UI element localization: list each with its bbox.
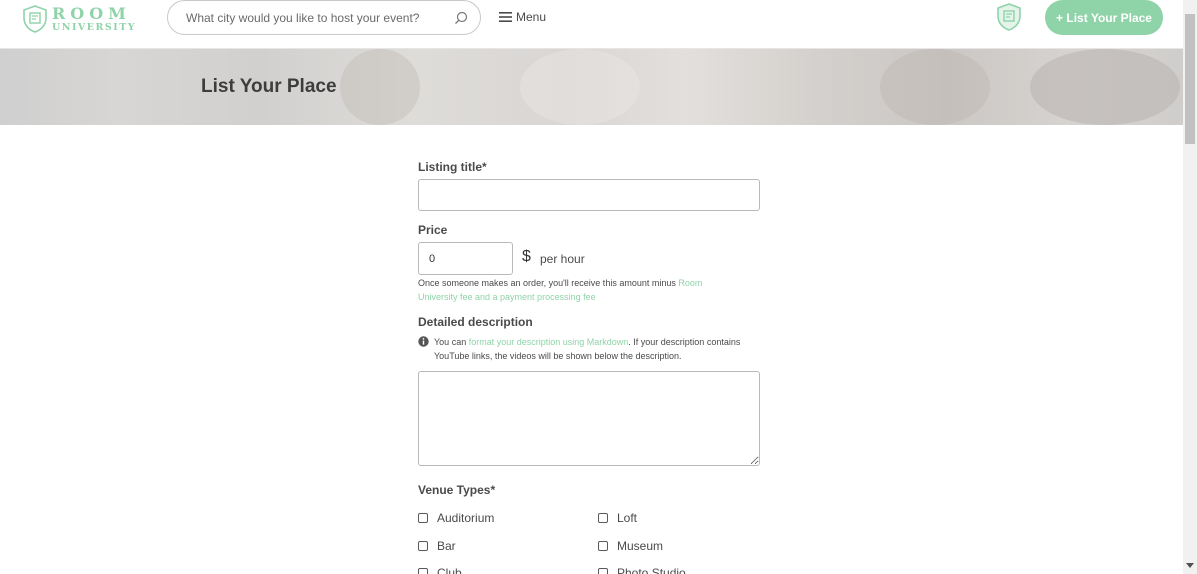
logo-text: ROOM UNIVERSITY bbox=[52, 3, 137, 33]
description-textarea[interactable] bbox=[418, 371, 760, 466]
banner-decoration bbox=[880, 49, 990, 125]
price-help-description: Once someone makes an order, you'll rece… bbox=[418, 278, 679, 288]
venue-type-option[interactable]: Loft bbox=[598, 511, 637, 525]
search-input[interactable] bbox=[186, 10, 454, 25]
search-bar bbox=[167, 0, 481, 35]
markdown-format-link[interactable]: format your description using Markdown bbox=[469, 337, 629, 347]
list-your-place-button[interactable]: + List Your Place bbox=[1045, 0, 1163, 35]
venue-types-label: Venue Types* bbox=[418, 483, 496, 497]
venue-type-option[interactable]: Museum bbox=[598, 539, 663, 553]
scrollbar-thumb[interactable] bbox=[1185, 14, 1195, 144]
checkbox[interactable] bbox=[418, 513, 428, 523]
banner-decoration bbox=[520, 49, 640, 125]
price-unit: per hour bbox=[540, 252, 585, 266]
venue-type-auditorium: Auditorium bbox=[437, 511, 495, 525]
menu-button[interactable]: Menu bbox=[499, 9, 546, 25]
page-scrollbar[interactable] bbox=[1183, 0, 1197, 574]
top-navigation-bar: ROOM UNIVERSITY Menu + List Your Place bbox=[0, 0, 1183, 49]
price-label: Price bbox=[418, 223, 448, 237]
logo-word-room: ROOM bbox=[52, 3, 131, 23]
venue-type-option[interactable]: Photo Studio bbox=[598, 566, 686, 574]
info-icon bbox=[418, 336, 429, 347]
venue-type-museum: Museum bbox=[617, 539, 664, 553]
user-avatar-icon[interactable] bbox=[996, 3, 1022, 31]
price-help-text: Once someone makes an order, you'll rece… bbox=[418, 276, 738, 304]
banner-decoration bbox=[340, 49, 420, 125]
listing-title-label: Listing title* bbox=[418, 160, 487, 174]
hamburger-menu-icon bbox=[499, 12, 512, 22]
search-icon[interactable] bbox=[454, 11, 468, 25]
checkbox[interactable] bbox=[598, 568, 608, 574]
venue-type-option[interactable]: Auditorium bbox=[418, 511, 494, 525]
venue-type-option[interactable]: Bar bbox=[418, 539, 456, 553]
logo-word-university: UNIVERSITY bbox=[52, 21, 137, 33]
scroll-down-arrow-icon[interactable] bbox=[1186, 563, 1194, 568]
banner-decoration bbox=[1030, 49, 1180, 125]
checkbox[interactable] bbox=[418, 568, 428, 574]
venue-type-loft: Loft bbox=[617, 511, 638, 525]
markdown-help-prefix: You can bbox=[434, 337, 469, 347]
checkbox[interactable] bbox=[598, 513, 608, 523]
hero-banner: List Your Place bbox=[0, 49, 1183, 125]
shield-logo-icon bbox=[23, 5, 47, 33]
checkbox[interactable] bbox=[418, 541, 428, 551]
venue-type-option[interactable]: Club bbox=[418, 566, 462, 574]
venue-type-club: Club bbox=[437, 566, 462, 574]
room-university-logo[interactable]: ROOM UNIVERSITY bbox=[22, 4, 137, 34]
venue-type-photo-studio: Photo Studio bbox=[617, 566, 686, 574]
price-input[interactable] bbox=[418, 242, 513, 275]
description-label: Detailed description bbox=[418, 315, 533, 329]
page-title: List Your Place bbox=[201, 76, 337, 97]
markdown-help-text: You can format your description using Ma… bbox=[434, 335, 754, 363]
venue-type-bar: Bar bbox=[437, 539, 456, 553]
menu-label: Menu bbox=[516, 10, 547, 24]
currency-symbol: $ bbox=[522, 248, 531, 265]
listing-title-input[interactable] bbox=[418, 179, 760, 211]
checkbox[interactable] bbox=[598, 541, 608, 551]
